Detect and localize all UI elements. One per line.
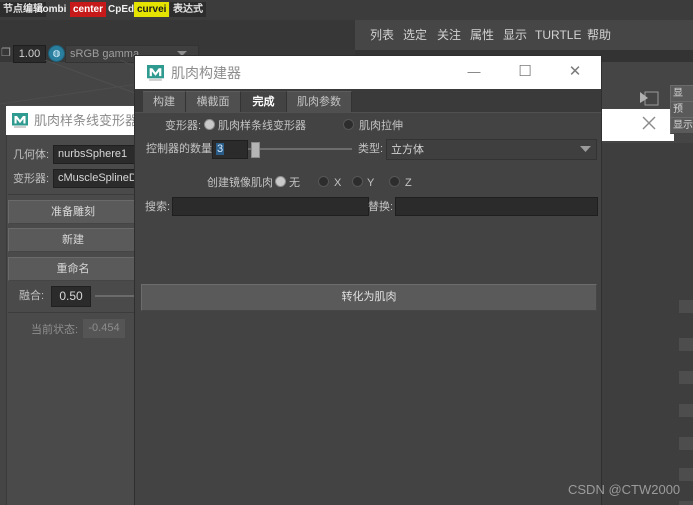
maya-m-icon (147, 65, 164, 82)
replace-input[interactable] (395, 197, 598, 216)
chevron-down-icon[interactable] (579, 144, 592, 156)
controller-count-field[interactable]: 3 (212, 140, 248, 159)
muscle-builder-dialog: 肌肉构建器 — ☐ ✕ 构建 横截面 完成 肌肉参数 变形器: 肌肉样条线变形器… (134, 55, 602, 505)
controller-count-value: 3 (216, 143, 225, 155)
deformer-type-label: 变形器: (165, 120, 202, 132)
radio-label-mirror-none: 无 (289, 177, 300, 189)
radio-mirror-z[interactable] (389, 176, 400, 187)
shelf-item-combi[interactable]: combi (34, 2, 69, 17)
controller-count-slider-track[interactable] (248, 148, 352, 150)
menu-item-focus[interactable]: 关注 (437, 27, 461, 43)
maya-m-icon (12, 113, 28, 129)
controller-count-slider-handle[interactable] (251, 142, 260, 158)
tab-strip: 构建 横截面 完成 肌肉参数 (135, 89, 601, 113)
divider (8, 194, 138, 195)
search-label: 搜索: (145, 201, 171, 213)
right-toolbar-button-3[interactable]: 显示 (670, 117, 693, 134)
type-value: 立方体 (391, 144, 424, 156)
radio-label-muscle-stretch: 肌肉拉伸 (359, 120, 403, 132)
type-label: 类型: (358, 143, 384, 155)
shelf-item-expression[interactable]: 表达式 (170, 2, 206, 17)
tab-cross-section[interactable]: 横截面 (186, 91, 241, 113)
right-panel-row[interactable] (679, 371, 693, 384)
radio-mirror-none[interactable] (275, 176, 286, 187)
search-input[interactable] (172, 197, 369, 216)
shelf-bar: 节点编辑 combi center CpEd curvei 表达式 (0, 0, 693, 21)
geometry-label: 几何体: (13, 149, 50, 161)
radio-label-mirror-x: X (334, 177, 342, 189)
right-panel-row[interactable] (679, 437, 693, 450)
right-toolbar-button-1[interactable]: 显 (670, 85, 693, 102)
rename-button[interactable]: 重命名 (8, 257, 138, 281)
menu-item-attributes[interactable]: 属性 (470, 27, 494, 43)
tab-finish[interactable]: 完成 (241, 91, 287, 113)
replace-label: 替换: (368, 201, 394, 213)
current-state-label: 当前状态: (31, 324, 79, 336)
minimize-button[interactable]: — (462, 61, 486, 83)
deformer-field[interactable]: cMuscleSplineDe (53, 169, 147, 188)
watermark: CSDN @CTW2000 (568, 482, 681, 497)
new-button[interactable]: 新建 (8, 228, 138, 252)
maximize-button[interactable]: ☐ (513, 61, 537, 83)
exposure-bracket-icon: ❐ (1, 47, 11, 59)
right-toolbar-button-2[interactable]: 预 (670, 101, 693, 118)
controller-count-label: 控制器的数量 (146, 143, 212, 155)
dialog-body: 变形器: 肌肉样条线变形器 肌肉拉伸 控制器的数量 3 类型: 立方体 创建镜像… (135, 112, 601, 505)
dialog-title: 肌肉构建器 (171, 65, 241, 81)
shelf-item-center[interactable]: center (70, 2, 107, 17)
mirror-muscle-label: 创建镜像肌肉 (207, 177, 273, 189)
menu-item-list[interactable]: 列表 (370, 27, 394, 43)
right-panel-row[interactable] (679, 404, 693, 417)
prepare-sculpt-button[interactable]: 准备雕刻 (8, 200, 138, 224)
shelf-item-cped[interactable]: CpEd (105, 2, 137, 17)
radio-mirror-y[interactable] (352, 176, 363, 187)
convert-to-muscle-button[interactable]: 转化为肌肉 (141, 284, 597, 311)
geometry-field[interactable]: nurbsSphere1 (53, 145, 147, 164)
right-panel-row[interactable] (679, 468, 693, 481)
radio-label-mirror-z: Z (405, 177, 412, 189)
radio-muscle-stretch[interactable] (343, 119, 354, 130)
menu-item-selected[interactable]: 选定 (403, 27, 427, 43)
blend-field[interactable]: 0.50 (51, 286, 91, 307)
pointer-in-box-icon (640, 91, 659, 107)
menu-item-help[interactable]: 帮助 (587, 27, 611, 43)
menu-bar: 列表 选定 关注 属性 显示 TURTLE 帮助 (355, 20, 693, 50)
right-panel-row[interactable] (679, 501, 693, 505)
blend-label: 融合: (19, 290, 45, 302)
menu-item-display[interactable]: 显示 (503, 27, 527, 43)
muscle-spline-deformer-window: 几何体: nurbsSphere1 变形器: cMuscleSplineDe 准… (6, 105, 147, 505)
maya-application-window: 节点编辑 combi center CpEd curvei 表达式 ❐ 1.00… (0, 0, 693, 505)
deformer-label: 变形器: (13, 173, 50, 185)
menu-item-turtle[interactable]: TURTLE (535, 27, 581, 43)
radio-label-muscle-spline-deformer: 肌肉样条线变形器 (218, 120, 306, 132)
shelf-item-curvei[interactable]: curvei (134, 2, 170, 17)
background-window-titlebar (600, 109, 674, 141)
right-panel (600, 143, 693, 505)
close-icon[interactable] (640, 114, 658, 132)
close-button[interactable]: ✕ (563, 61, 587, 83)
radio-label-mirror-y: Y (367, 177, 375, 189)
radio-mirror-x[interactable] (318, 176, 329, 187)
radio-muscle-spline-deformer[interactable] (204, 119, 215, 130)
current-state-value: -0.454 (83, 319, 125, 338)
right-panel-row[interactable] (679, 300, 693, 313)
muscle-spline-deformer-title: 肌肉样条线变形器 (34, 113, 139, 128)
tab-build[interactable]: 构建 (143, 91, 186, 113)
divider (8, 312, 138, 313)
right-panel-row[interactable] (679, 338, 693, 351)
tab-muscle-params[interactable]: 肌肉参数 (287, 91, 352, 113)
